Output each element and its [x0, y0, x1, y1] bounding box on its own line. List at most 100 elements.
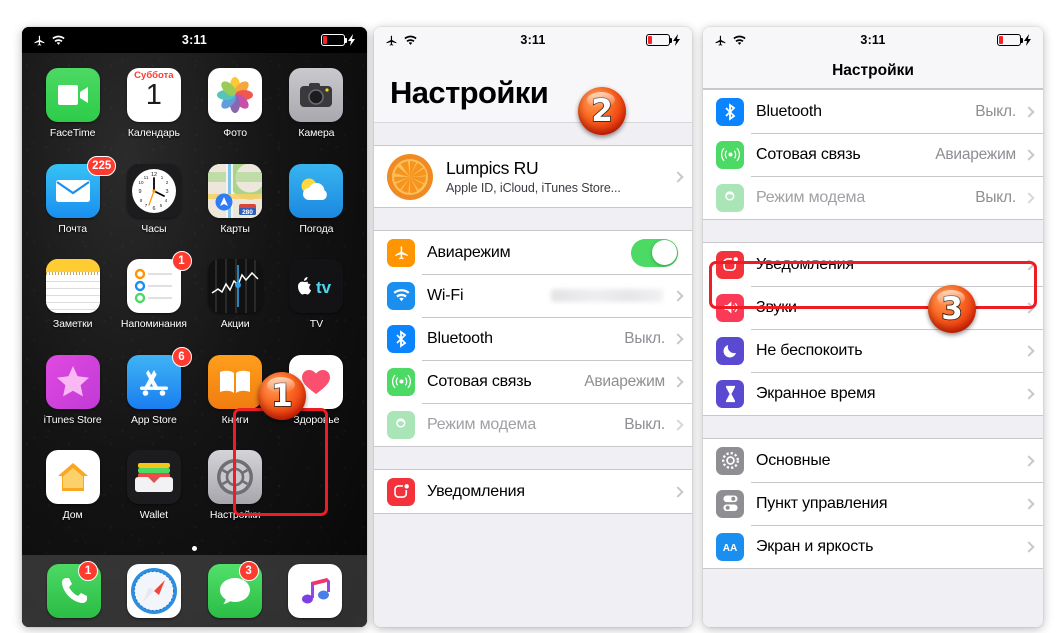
apple-tv-icon: tv	[289, 259, 344, 314]
account-subtitle: Apple ID, iCloud, iTunes Store...	[446, 181, 621, 195]
page-indicator	[22, 541, 367, 555]
hotspot-icon	[716, 183, 744, 212]
app-label: Часы	[141, 222, 167, 235]
dock-app-music[interactable]	[287, 564, 342, 618]
row-display-brightness[interactable]: AA Экран и яркость	[703, 525, 1043, 568]
row-notifications[interactable]: Уведомления	[703, 243, 1043, 286]
reminders-icon	[126, 259, 181, 314]
svg-text:11: 11	[144, 175, 149, 180]
chevron-right-icon	[672, 332, 684, 345]
app-app-store[interactable]: 6 App Store	[113, 346, 194, 446]
general-group-section: Основные Пункт управления AA Экран и ярк…	[703, 438, 1043, 569]
step-badge-2: 2	[578, 87, 626, 135]
app-camera[interactable]: Камера	[276, 63, 357, 159]
svg-text:9: 9	[138, 189, 141, 195]
navigation-bar: Настройки	[703, 53, 1043, 89]
notifications-icon	[716, 250, 744, 279]
app-stocks[interactable]: Акции	[195, 254, 276, 350]
wallet-icon	[126, 450, 181, 505]
app-label: Фото	[223, 127, 247, 139]
facetime-icon	[45, 68, 100, 122]
app-settings[interactable]: Настройки	[195, 445, 276, 541]
calendar-icon: Суббота 1	[126, 68, 181, 122]
app-itunes-store[interactable]: iTunes Store	[32, 350, 113, 446]
app-badge: 3	[238, 561, 259, 581]
maps-icon: 280	[208, 163, 263, 218]
svg-text:6: 6	[152, 206, 155, 212]
app-empty-slot	[276, 445, 357, 541]
app-label: TV	[309, 318, 323, 331]
app-notes[interactable]: Заметки	[32, 254, 113, 350]
app-home[interactable]: Дом	[32, 445, 113, 541]
hotspot-icon	[387, 410, 415, 439]
app-facetime[interactable]: FaceTime	[32, 63, 113, 159]
row-general[interactable]: Основные	[703, 439, 1043, 482]
app-label: Заметки	[52, 318, 93, 331]
chevron-right-icon	[672, 375, 684, 388]
settings-list-body: Настройки Lumpics RU Apple ID, iCloud, i…	[374, 53, 692, 627]
app-badge: 1	[78, 561, 99, 581]
app-calendar[interactable]: Суббота 1 Календарь	[113, 63, 194, 159]
row-do-not-disturb[interactable]: Не беспокоить	[703, 329, 1043, 372]
app-badge: 225	[87, 155, 117, 176]
svg-text:tv: tv	[316, 278, 332, 295]
row-control-center[interactable]: Пункт управления	[703, 482, 1043, 525]
row-personal-hotspot[interactable]: Режим модема Выкл.	[703, 176, 1043, 219]
app-label: FaceTime	[49, 127, 96, 139]
app-label: iTunes Store	[43, 413, 102, 426]
row-sounds[interactable]: Звуки	[703, 286, 1043, 329]
row-cellular[interactable]: Сотовая связь Авиарежим	[374, 360, 692, 403]
app-maps[interactable]: 280 Карты	[195, 159, 276, 255]
app-photos[interactable]: Фото	[195, 63, 276, 159]
row-label: Уведомления	[756, 255, 854, 273]
camera-icon	[289, 68, 344, 122]
dock-app-safari[interactable]	[127, 564, 182, 618]
step-badge-3: 3	[928, 285, 976, 333]
app-clock[interactable]: 12 3 69 12 45 78 10 11 Часы	[113, 159, 194, 255]
control-center-icon	[716, 489, 744, 518]
chevron-right-icon	[1023, 258, 1035, 271]
row-value: Авиарежим	[584, 372, 665, 390]
status-bar-clock: 3:11	[520, 33, 546, 47]
row-value: Выкл.	[975, 188, 1016, 206]
chevron-right-icon	[672, 170, 684, 183]
app-label: Wallet	[139, 509, 168, 522]
app-label: Календарь	[127, 127, 180, 139]
notes-icon	[45, 259, 100, 314]
do-not-disturb-icon	[716, 336, 744, 365]
row-label: Экранное время	[756, 384, 876, 402]
row-personal-hotspot[interactable]: Режим модема Выкл.	[374, 403, 692, 446]
app-badge: 1	[171, 251, 192, 272]
row-screen-time[interactable]: Экранное время	[703, 372, 1043, 415]
apple-id-account-row[interactable]: Lumpics RU Apple ID, iCloud, iTunes Stor…	[374, 145, 692, 208]
row-label: Основные	[756, 451, 831, 469]
notifications-group-section: Уведомления Звуки Не беспокоить Экранное…	[703, 242, 1043, 416]
page-dot	[192, 545, 197, 551]
airplane-mode-toggle[interactable]	[631, 238, 678, 267]
battery-low-icon	[646, 34, 673, 46]
calendar-day-number: 1	[145, 79, 162, 112]
row-bluetooth[interactable]: Bluetooth Выкл.	[374, 317, 692, 360]
app-tv[interactable]: tv TV	[276, 254, 357, 350]
app-store-icon	[126, 354, 181, 409]
row-label: Не беспокоить	[756, 341, 863, 359]
dock-app-phone[interactable]: 1	[47, 561, 102, 618]
row-wifi[interactable]: Wi-Fi	[374, 274, 692, 317]
row-airplane-mode[interactable]: Авиарежим	[374, 231, 692, 274]
stocks-icon	[208, 259, 263, 314]
page-title: Настройки	[390, 75, 549, 110]
row-cellular[interactable]: Сотовая связь Авиарежим	[703, 133, 1043, 176]
app-mail[interactable]: 225 Почта	[32, 155, 117, 255]
connectivity-section: Авиарежим Wi-Fi Bluetooth Выкл. Сотовая …	[374, 230, 692, 447]
cellular-icon	[387, 367, 415, 396]
chevron-right-icon	[672, 418, 684, 431]
row-notifications[interactable]: Уведомления	[374, 470, 692, 513]
app-weather[interactable]: Погода	[276, 159, 357, 255]
app-reminders[interactable]: 1 Напоминания	[113, 251, 194, 350]
row-bluetooth[interactable]: Bluetooth Выкл.	[703, 90, 1043, 133]
safari-icon	[127, 564, 182, 618]
chevron-right-icon	[672, 485, 684, 498]
app-wallet[interactable]: Wallet	[113, 445, 194, 541]
chevron-right-icon	[1023, 387, 1035, 400]
dock-app-messages[interactable]: 3	[207, 561, 262, 618]
